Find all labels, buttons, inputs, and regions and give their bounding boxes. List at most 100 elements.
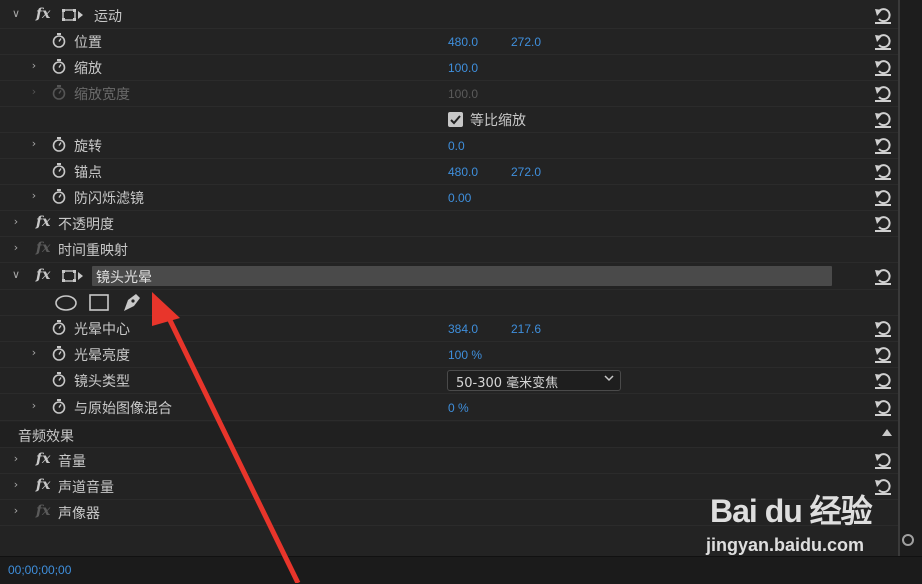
- effect-row-lens-flare[interactable]: ∨ fx 镜头光晕: [0, 264, 898, 290]
- flare-center-y-value[interactable]: 217.6: [511, 322, 541, 336]
- reset-icon[interactable]: [874, 268, 892, 285]
- property-label: 与原始图像混合: [74, 401, 172, 417]
- effect-name: 不透明度: [58, 217, 114, 233]
- chevron-right-icon[interactable]: ›: [28, 60, 40, 72]
- fx-toggle-icon[interactable]: fx: [36, 451, 50, 467]
- checkmark-icon: [450, 115, 461, 125]
- stopwatch-icon[interactable]: [52, 137, 66, 152]
- chevron-right-icon[interactable]: ›: [28, 400, 40, 412]
- reset-icon[interactable]: [874, 372, 892, 389]
- chevron-right-icon: ›: [31, 85, 37, 98]
- chevron-right-icon[interactable]: ›: [10, 505, 22, 517]
- effect-row-motion[interactable]: ∨ fx 运动: [0, 3, 898, 29]
- pen-mask-icon[interactable]: [124, 294, 140, 311]
- flare-brightness-value[interactable]: 100 %: [448, 348, 482, 362]
- chevron-right-icon[interactable]: ›: [28, 190, 40, 202]
- section-title: 音频效果: [18, 429, 74, 445]
- property-label: 缩放: [74, 61, 102, 77]
- chevron-right-icon[interactable]: ›: [28, 138, 40, 150]
- reset-icon[interactable]: [874, 399, 892, 416]
- property-label: 旋转: [74, 139, 102, 155]
- property-row-flare-brightness: › 光晕亮度 100 %: [0, 342, 898, 368]
- stopwatch-icon[interactable]: [52, 189, 66, 204]
- effect-row-time-remap[interactable]: › fx 时间重映射: [0, 237, 898, 263]
- uniform-scale-label: 等比缩放: [470, 113, 526, 129]
- property-label: 光晕亮度: [74, 348, 130, 364]
- chevron-down-icon[interactable]: ∨: [10, 269, 22, 281]
- property-label: 位置: [74, 35, 102, 51]
- ellipse-mask-icon[interactable]: [55, 295, 77, 311]
- reset-icon[interactable]: [874, 7, 892, 24]
- scale-width-value: 100.0: [448, 87, 479, 101]
- property-label: 防闪烁滤镜: [74, 191, 144, 207]
- watermark-url: jingyan.baidu.com: [706, 535, 865, 555]
- chevron-down-icon[interactable]: ∨: [10, 8, 22, 20]
- fx-toggle-icon[interactable]: fx: [36, 267, 50, 283]
- reset-icon[interactable]: [874, 452, 892, 469]
- fx-toggle-icon[interactable]: fx: [36, 6, 50, 22]
- reset-icon[interactable]: [874, 33, 892, 50]
- chevron-right-icon[interactable]: ›: [10, 453, 22, 465]
- stopwatch-icon[interactable]: [52, 346, 66, 361]
- stopwatch-icon[interactable]: [52, 59, 66, 74]
- effect-row-opacity[interactable]: › fx 不透明度: [0, 211, 898, 237]
- stopwatch-icon[interactable]: [52, 372, 66, 387]
- property-row-flare-center: 光晕中心 384.0 217.6: [0, 316, 898, 342]
- anti-flicker-value[interactable]: 0.00: [448, 191, 471, 205]
- reset-icon[interactable]: [874, 137, 892, 154]
- lens-type-select[interactable]: 50-300 毫米变焦: [447, 370, 621, 391]
- position-y-value[interactable]: 272.0: [511, 35, 541, 49]
- uniform-scale-checkbox[interactable]: [448, 112, 463, 127]
- blend-value[interactable]: 0 %: [448, 401, 469, 415]
- reset-icon[interactable]: [874, 215, 892, 232]
- fx-toggle-icon[interactable]: fx: [36, 477, 50, 493]
- reset-icon[interactable]: [874, 346, 892, 363]
- property-row-rotation: › 旋转 0.0: [0, 133, 898, 159]
- chevron-right-icon[interactable]: ›: [28, 347, 40, 359]
- stopwatch-icon[interactable]: [52, 163, 66, 178]
- effect-name: 声道音量: [58, 480, 114, 496]
- effect-name: 音量: [58, 454, 86, 470]
- scroll-handle[interactable]: [902, 534, 914, 546]
- lens-type-selected: 50-300 毫米变焦: [456, 376, 559, 391]
- anchor-y-value[interactable]: 272.0: [511, 165, 541, 179]
- timecode[interactable]: 00;00;00;00: [8, 563, 71, 577]
- watermark-brand: Bai du 经验: [710, 493, 873, 529]
- chevron-right-icon[interactable]: ›: [10, 242, 22, 254]
- audio-effect-row-volume[interactable]: › fx 音量: [0, 448, 898, 474]
- effect-name: 时间重映射: [58, 243, 128, 259]
- property-row-anti-flicker: › 防闪烁滤镜 0.00: [0, 185, 898, 211]
- rectangle-mask-icon[interactable]: [89, 294, 109, 311]
- fx-toggle-icon[interactable]: fx: [36, 214, 50, 230]
- transform-box-icon[interactable]: [62, 269, 84, 283]
- stopwatch-icon: [52, 85, 66, 100]
- stopwatch-icon[interactable]: [52, 320, 66, 335]
- stopwatch-icon[interactable]: [52, 399, 66, 414]
- flare-center-x-value[interactable]: 384.0: [448, 322, 478, 336]
- effect-name: 运动: [94, 9, 122, 25]
- effect-name: 镜头光晕: [96, 270, 152, 286]
- baidu-watermark: Bai du 经验 jingyan.baidu.com: [700, 480, 900, 570]
- position-x-value[interactable]: 480.0: [448, 35, 478, 49]
- audio-effects-section[interactable]: 音频效果: [0, 422, 898, 448]
- transform-box-icon[interactable]: [62, 8, 84, 22]
- reset-icon[interactable]: [874, 163, 892, 180]
- rotation-value[interactable]: 0.0: [448, 139, 465, 153]
- chevron-right-icon[interactable]: ›: [10, 479, 22, 491]
- reset-icon[interactable]: [874, 59, 892, 76]
- scale-value[interactable]: 100.0: [448, 61, 478, 75]
- property-label: 缩放宽度: [74, 87, 130, 103]
- anchor-x-value[interactable]: 480.0: [448, 165, 478, 179]
- stopwatch-icon[interactable]: [52, 33, 66, 48]
- chevron-right-icon[interactable]: ›: [10, 216, 22, 228]
- reset-icon[interactable]: [874, 189, 892, 206]
- property-row-lens-type: 镜头类型 50-300 毫米变焦: [0, 368, 898, 394]
- effect-name-selected[interactable]: 镜头光晕: [92, 266, 832, 286]
- reset-icon[interactable]: [874, 111, 892, 128]
- reset-icon[interactable]: [874, 85, 892, 102]
- collapse-triangle-icon[interactable]: [882, 429, 892, 436]
- property-label: 镜头类型: [74, 374, 130, 390]
- effect-name: 声像器: [58, 506, 100, 522]
- reset-icon[interactable]: [874, 320, 892, 337]
- mask-tools: [55, 294, 140, 311]
